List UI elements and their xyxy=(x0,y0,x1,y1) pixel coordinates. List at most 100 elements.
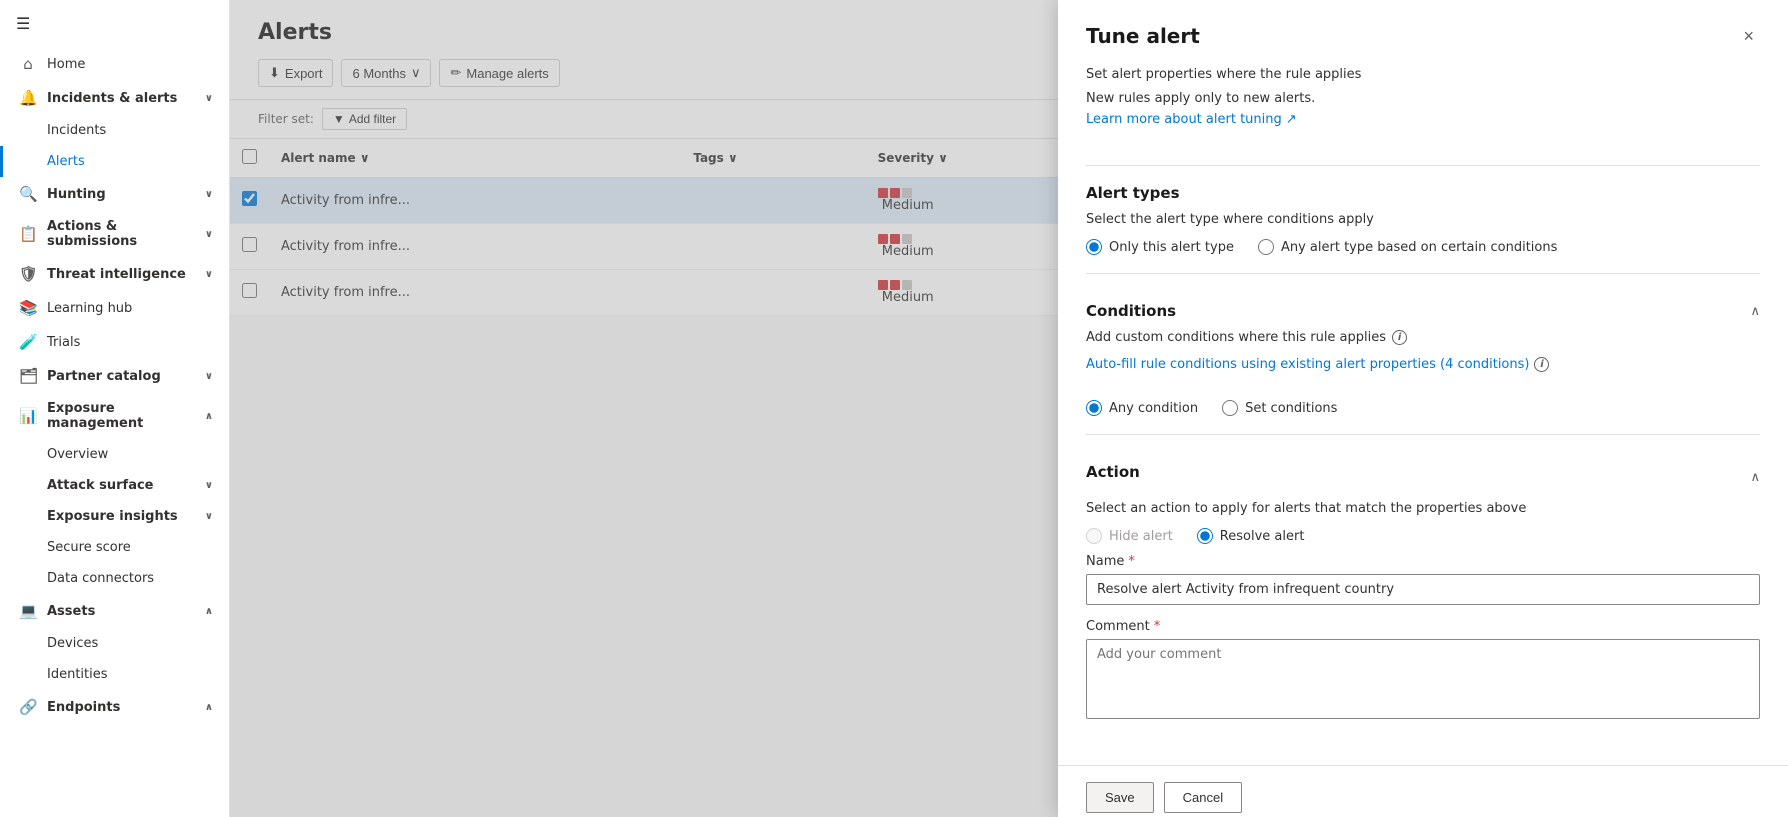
catalog-icon: 🗂 xyxy=(19,367,37,385)
conditions-subtitle: Add custom conditions where this rule ap… xyxy=(1086,330,1386,345)
alert-type-radio-group: Only this alert type Any alert type base… xyxy=(1086,239,1760,255)
sidebar-item-label: Threat intelligence xyxy=(47,267,186,282)
resolve-alert-option[interactable]: Resolve alert xyxy=(1197,528,1305,544)
close-button[interactable]: × xyxy=(1737,24,1760,49)
sidebar-item-secure-score[interactable]: Secure score xyxy=(0,532,229,563)
panel-description-2: New rules apply only to new alerts. xyxy=(1086,89,1760,109)
name-input[interactable] xyxy=(1086,574,1760,605)
tune-alert-panel: Tune alert × Set alert properties where … xyxy=(1058,0,1788,817)
chevron-down-icon: ∨ xyxy=(205,93,213,104)
sidebar-item-incidents[interactable]: Incidents xyxy=(0,115,229,146)
threat-icon: 🛡 xyxy=(19,265,37,283)
divider xyxy=(1086,165,1760,166)
endpoints-icon: 🔗 xyxy=(19,698,37,716)
sidebar-item-identities[interactable]: Identities xyxy=(0,659,229,690)
sidebar-item-threat-intelligence[interactable]: 🛡 Threat intelligence ∨ xyxy=(0,257,229,291)
sidebar-item-label: Overview xyxy=(47,447,108,462)
set-conditions-radio[interactable] xyxy=(1222,400,1238,416)
sidebar-item-label: Assets xyxy=(47,604,95,619)
sidebar-item-label: Actions & submissions xyxy=(47,219,195,249)
sidebar-item-label: Attack surface xyxy=(47,478,154,493)
bell-icon: 🔔 xyxy=(19,89,37,107)
any-alert-type-radio[interactable] xyxy=(1258,239,1274,255)
conditions-section: Conditions ∧ Add custom conditions where… xyxy=(1086,292,1760,416)
sidebar-item-endpoints[interactable]: 🔗 Endpoints ∧ xyxy=(0,690,229,724)
action-section: Action ∧ Select an action to apply for a… xyxy=(1086,453,1760,544)
resolve-alert-label: Resolve alert xyxy=(1220,529,1305,544)
sidebar-item-devices[interactable]: Devices xyxy=(0,628,229,659)
auto-fill-link[interactable]: Auto-fill rule conditions using existing… xyxy=(1086,357,1549,372)
external-link-icon: ↗ xyxy=(1286,112,1297,127)
hide-alert-option[interactable]: Hide alert xyxy=(1086,528,1173,544)
sidebar-item-label: Incidents & alerts xyxy=(47,91,177,106)
hide-alert-label: Hide alert xyxy=(1109,529,1173,544)
name-form-group: Name * xyxy=(1086,554,1760,605)
sidebar-item-label: Exposure management xyxy=(47,401,195,431)
sidebar-section-exposure-management[interactable]: 📊 Exposure management ∧ xyxy=(0,393,229,439)
action-subtitle: Select an action to apply for alerts tha… xyxy=(1086,501,1760,516)
chevron-down-icon: ∧ xyxy=(205,606,213,617)
any-condition-label: Any condition xyxy=(1109,401,1198,416)
chevron-down-icon: ∨ xyxy=(205,371,213,382)
sidebar-section-assets[interactable]: 💻 Assets ∧ xyxy=(0,594,229,628)
sidebar-item-label: Trials xyxy=(47,335,80,350)
name-label: Name * xyxy=(1086,554,1760,569)
any-condition-option[interactable]: Any condition xyxy=(1086,400,1198,416)
required-indicator: * xyxy=(1154,619,1161,634)
trials-icon: 🧪 xyxy=(19,333,37,351)
learn-more-link[interactable]: Learn more about alert tuning ↗ xyxy=(1086,112,1297,127)
action-header[interactable]: Action ∧ xyxy=(1086,453,1760,501)
any-alert-type-option[interactable]: Any alert type based on certain conditio… xyxy=(1258,239,1557,255)
sidebar-item-label: Devices xyxy=(47,636,98,651)
sidebar-item-label: Secure score xyxy=(47,540,131,555)
alert-types-section: Alert types Select the alert type where … xyxy=(1086,184,1760,255)
comment-label: Comment * xyxy=(1086,619,1760,634)
cancel-button[interactable]: Cancel xyxy=(1164,782,1242,813)
sidebar-item-exposure-insights[interactable]: Exposure insights ∨ xyxy=(0,501,229,532)
sidebar-item-actions-submissions[interactable]: 📋 Actions & submissions ∨ xyxy=(0,211,229,257)
chevron-up-icon: ∧ xyxy=(1750,470,1760,485)
sidebar-item-partner-catalog[interactable]: 🗂 Partner catalog ∨ xyxy=(0,359,229,393)
resolve-alert-radio[interactable] xyxy=(1197,528,1213,544)
panel-footer: Save Cancel xyxy=(1058,765,1788,817)
sidebar-item-learning-hub[interactable]: 📚 Learning hub xyxy=(0,291,229,325)
conditions-title: Conditions xyxy=(1086,302,1176,320)
assets-icon: 💻 xyxy=(19,602,37,620)
only-this-type-label: Only this alert type xyxy=(1109,240,1234,255)
save-button[interactable]: Save xyxy=(1086,782,1154,813)
sidebar-item-data-connectors[interactable]: Data connectors xyxy=(0,563,229,594)
set-conditions-option[interactable]: Set conditions xyxy=(1222,400,1337,416)
chevron-down-icon: ∨ xyxy=(205,189,213,200)
sidebar-item-home[interactable]: ⌂ Home xyxy=(0,47,229,81)
panel-title: Tune alert xyxy=(1086,24,1200,48)
conditions-header[interactable]: Conditions ∧ xyxy=(1086,292,1760,330)
only-this-type-option[interactable]: Only this alert type xyxy=(1086,239,1234,255)
action-radio-group: Hide alert Resolve alert xyxy=(1086,528,1760,544)
sidebar-item-label: Partner catalog xyxy=(47,369,161,384)
chevron-down-icon: ∨ xyxy=(205,269,213,280)
hunting-icon: 🔍 xyxy=(19,185,37,203)
only-this-type-radio[interactable] xyxy=(1086,239,1102,255)
sidebar-item-label: Exposure insights xyxy=(47,509,178,524)
sidebar-item-overview[interactable]: Overview xyxy=(0,439,229,470)
sidebar-item-hunting[interactable]: 🔍 Hunting ∨ xyxy=(0,177,229,211)
sidebar: ☰ ⌂ Home 🔔 Incidents & alerts ∨ Incident… xyxy=(0,0,230,817)
chevron-up-icon: ∧ xyxy=(1750,304,1760,319)
comment-textarea[interactable] xyxy=(1086,639,1760,719)
hamburger-menu[interactable]: ☰ xyxy=(0,0,229,47)
sidebar-item-incidents-alerts[interactable]: 🔔 Incidents & alerts ∨ xyxy=(0,81,229,115)
any-condition-radio[interactable] xyxy=(1086,400,1102,416)
sidebar-item-label: Incidents xyxy=(47,123,106,138)
comment-form-group: Comment * xyxy=(1086,619,1760,723)
chevron-down-icon: ∧ xyxy=(205,411,213,422)
sidebar-item-label: Identities xyxy=(47,667,108,682)
chevron-down-icon: ∧ xyxy=(205,702,213,713)
panel-body: Set alert properties where the rule appl… xyxy=(1058,65,1788,765)
sidebar-item-label: Data connectors xyxy=(47,571,154,586)
sidebar-item-alerts[interactable]: Alerts xyxy=(0,146,229,177)
chevron-down-icon: ∨ xyxy=(205,511,213,522)
sidebar-item-trials[interactable]: 🧪 Trials xyxy=(0,325,229,359)
chevron-down-icon: ∨ xyxy=(205,229,213,240)
sidebar-item-attack-surface[interactable]: Attack surface ∨ xyxy=(0,470,229,501)
sidebar-item-label: Alerts xyxy=(47,154,85,169)
